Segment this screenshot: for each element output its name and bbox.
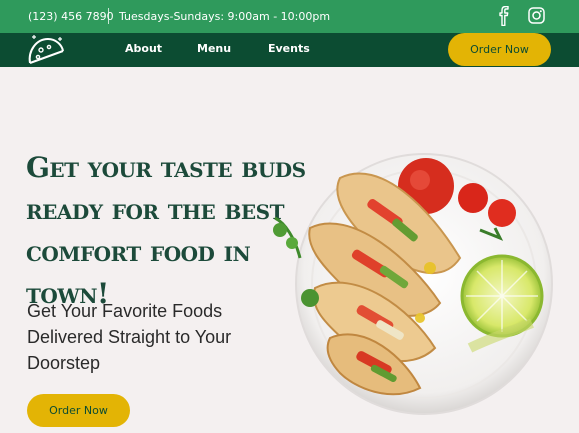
taco-logo-icon[interactable] — [26, 33, 66, 67]
tacos-plate-image — [273, 153, 553, 415]
hero-order-now-button[interactable]: Order Now — [27, 394, 130, 427]
nav-order-now-button[interactable]: Order Now — [448, 33, 551, 66]
phone-number: (123) 456 7890 — [28, 10, 114, 23]
hero-subtitle: Get Your Favorite Foods Delivered Straig… — [27, 301, 232, 373]
main-navigation: About Menu Events Order Now — [0, 33, 579, 67]
topbar-divider — [108, 8, 109, 24]
instagram-icon[interactable] — [528, 7, 545, 24]
nav-link-about[interactable]: About — [125, 42, 162, 55]
top-info-bar: (123) 456 7890 Tuesdays-Sundays: 9:00am … — [0, 0, 579, 33]
nav-link-events[interactable]: Events — [268, 42, 310, 55]
nav-link-menu[interactable]: Menu — [197, 42, 231, 55]
facebook-icon[interactable] — [497, 6, 511, 26]
opening-hours: Tuesdays-Sundays: 9:00am - 10:00pm — [119, 10, 331, 23]
